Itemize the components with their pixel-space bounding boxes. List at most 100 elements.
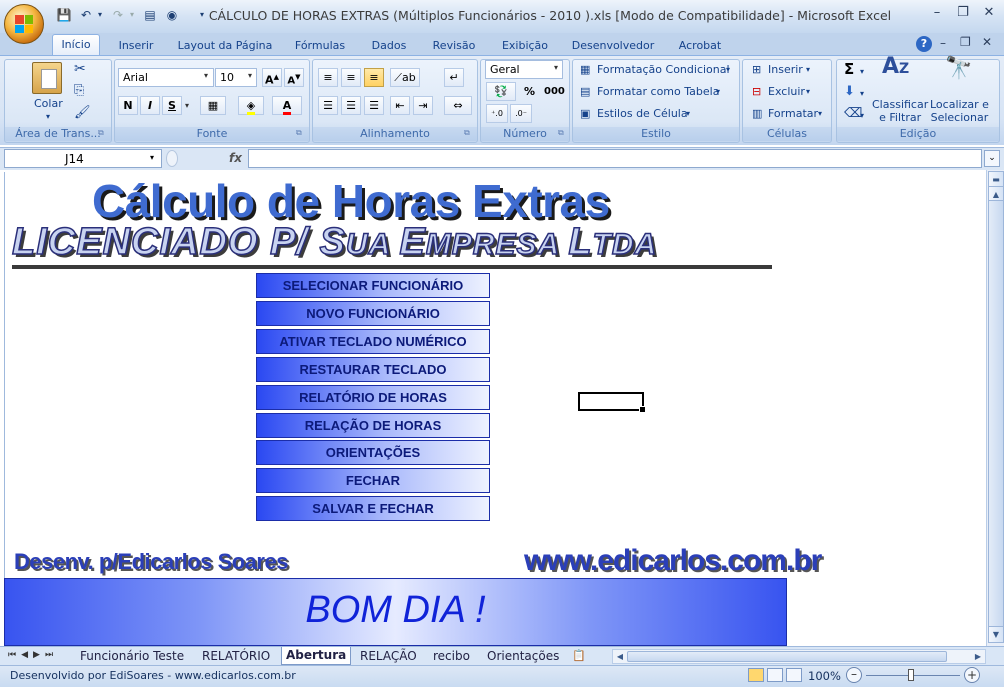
save-and-close-button[interactable]: SALVAR E FECHAR [256, 496, 490, 521]
align-left-icon[interactable]: ☰ [318, 96, 338, 115]
save-icon[interactable]: 💾 [56, 7, 72, 23]
zoom-out-icon[interactable]: – [846, 667, 862, 683]
fill-dropdown-icon[interactable]: ▾ [860, 87, 864, 101]
hours-list-button[interactable]: RELAÇÃO DE HORAS [256, 413, 490, 438]
minimize-icon[interactable]: – [924, 3, 950, 23]
paste-dropdown-icon[interactable]: ▾ [46, 110, 50, 124]
tab-desenvolvedor[interactable]: Desenvolvedor [566, 37, 660, 55]
selected-cell-j14[interactable] [578, 392, 646, 413]
scroll-thumb[interactable] [988, 200, 1004, 640]
ribbon-close-icon[interactable]: ✕ [982, 35, 992, 49]
grow-font-icon[interactable]: A▲ [262, 68, 282, 87]
decrease-decimal-icon[interactable]: .0⁻ [510, 104, 532, 123]
font-color-icon[interactable]: A [272, 96, 302, 115]
font-name-dropdown-icon[interactable]: ▾ [204, 71, 208, 80]
new-employee-button[interactable]: NOVO FUNCIONÁRIO [256, 301, 490, 326]
ribbon-minimize-icon[interactable]: – [940, 36, 946, 50]
enable-numpad-button[interactable]: ATIVAR TECLADO NUMÉRICO [256, 329, 490, 354]
restore-keyboard-button[interactable]: RESTAURAR TECLADO [256, 357, 490, 382]
delete-cells-dropdown-icon[interactable]: ▾ [806, 85, 810, 99]
close-button[interactable]: FECHAR [256, 468, 490, 493]
tab-acrobat[interactable]: Acrobat [670, 37, 730, 55]
font-name-select[interactable]: Arial [118, 68, 214, 87]
alignment-launcher-icon[interactable]: ⧉ [464, 128, 470, 138]
cut-icon[interactable]: ✂ [74, 62, 86, 76]
zoom-in-icon[interactable]: + [964, 667, 980, 683]
page-break-view-icon[interactable] [786, 668, 802, 682]
record-icon[interactable]: ◉ [164, 7, 180, 23]
cell-styles-icon[interactable]: ▣ [580, 107, 590, 121]
underline-button[interactable]: S [162, 96, 182, 115]
ribbon-restore-icon[interactable]: ❐ [960, 35, 971, 49]
hscroll-thumb[interactable] [627, 651, 947, 662]
delete-cells-button[interactable]: Excluir [768, 85, 805, 99]
sort-filter-button[interactable]: Classificar e Filtrar [872, 98, 928, 124]
zoom-slider-thumb[interactable] [908, 669, 914, 681]
borders-icon[interactable]: ▦ [200, 96, 226, 115]
comma-style-button[interactable]: 000 [544, 85, 565, 99]
help-icon[interactable]: ? [916, 36, 932, 52]
tab-inserir[interactable]: Inserir [110, 37, 162, 55]
delete-cells-icon[interactable]: ⊟ [752, 85, 761, 99]
format-cells-button[interactable]: Formatar [768, 107, 818, 121]
clear-dropdown-icon[interactable]: ▾ [860, 109, 864, 123]
accounting-format-icon[interactable]: 💱 [486, 82, 516, 101]
find-select-button[interactable]: Localizar e Selecionar [930, 98, 989, 124]
font-size-dropdown-icon[interactable]: ▾ [248, 71, 252, 80]
format-as-table-icon[interactable]: ▤ [580, 85, 590, 99]
conditional-formatting-icon[interactable]: ▦ [580, 63, 590, 77]
tab-formulas[interactable]: Fórmulas [288, 37, 352, 55]
tab-dados[interactable]: Dados [364, 37, 414, 55]
form-icon[interactable]: ▤ [142, 7, 158, 23]
sort-filter-icon[interactable]: AZ [882, 56, 909, 78]
number-launcher-icon[interactable]: ⧉ [558, 128, 564, 138]
align-top-icon[interactable]: ≡ [318, 68, 338, 87]
hours-report-button[interactable]: RELATÓRIO DE HORAS [256, 385, 490, 410]
undo-dropdown-icon[interactable]: ▾ [92, 7, 108, 23]
scroll-down-icon[interactable]: ▼ [988, 626, 1004, 643]
percent-button[interactable]: % [524, 85, 535, 99]
autosum-icon[interactable]: Σ [844, 62, 854, 77]
formula-input[interactable] [248, 149, 982, 168]
format-as-table-dropdown-icon[interactable]: ▾ [716, 85, 720, 99]
website-link[interactable]: www.edicarlos.com.br [524, 544, 822, 578]
conditional-formatting-button[interactable]: Formatação Condicional [597, 63, 730, 77]
font-launcher-icon[interactable]: ⧉ [296, 128, 302, 138]
expand-formula-bar-icon[interactable]: ⌄ [984, 150, 1000, 167]
autosum-dropdown-icon[interactable]: ▾ [860, 65, 864, 79]
number-format-dropdown-icon[interactable]: ▾ [554, 63, 558, 72]
align-right-icon[interactable]: ☰ [364, 96, 384, 115]
copy-icon[interactable]: ⎘ [74, 84, 84, 98]
scroll-left-icon[interactable]: ◀ [613, 650, 627, 663]
orientation-icon[interactable]: ⟋ab [390, 68, 420, 87]
cell-styles-dropdown-icon[interactable]: ▾ [686, 107, 690, 121]
instructions-button[interactable]: ORIENTAÇÕES [256, 440, 490, 465]
page-layout-view-icon[interactable] [767, 668, 783, 682]
insert-cells-icon[interactable]: ⊞ [752, 63, 761, 77]
italic-button[interactable]: I [140, 96, 160, 115]
wrap-text-icon[interactable]: ↵ [444, 68, 464, 87]
format-cells-icon[interactable]: ▥ [752, 107, 762, 121]
tab-exibicao[interactable]: Exibição [494, 37, 556, 55]
paste-icon[interactable] [32, 62, 62, 94]
sheet-tab-abertura[interactable]: Abertura [281, 647, 352, 665]
format-as-table-button[interactable]: Formatar como Tabela [597, 85, 719, 99]
align-middle-icon[interactable]: ≡ [341, 68, 361, 87]
name-box-dropdown-icon[interactable]: ▾ [150, 153, 154, 162]
increase-indent-icon[interactable]: ⇥ [413, 96, 433, 115]
tab-layout-da-pagina[interactable]: Layout da Página [172, 37, 278, 55]
zoom-level[interactable]: 100% [808, 669, 841, 683]
insert-sheet-icon[interactable]: 📋 [572, 649, 586, 662]
shrink-font-icon[interactable]: A▼ [284, 68, 304, 87]
tab-inicio[interactable]: Início [52, 34, 100, 55]
name-box[interactable]: J14 [4, 149, 162, 168]
number-format-select[interactable]: Geral [485, 60, 563, 79]
paste-button[interactable]: Colar [34, 97, 63, 111]
vertical-scrollbar[interactable]: ▬ ▲ ▼ [986, 170, 1004, 646]
sheet-tab-recibo[interactable]: recibo [433, 648, 470, 665]
fill-color-icon[interactable]: ◈ [238, 96, 264, 115]
format-cells-dropdown-icon[interactable]: ▾ [818, 107, 822, 121]
sheet-tab-relatorio[interactable]: RELATÓRIO [202, 648, 270, 665]
decrease-indent-icon[interactable]: ⇤ [390, 96, 410, 115]
format-painter-icon[interactable]: 🖌 [74, 106, 91, 120]
